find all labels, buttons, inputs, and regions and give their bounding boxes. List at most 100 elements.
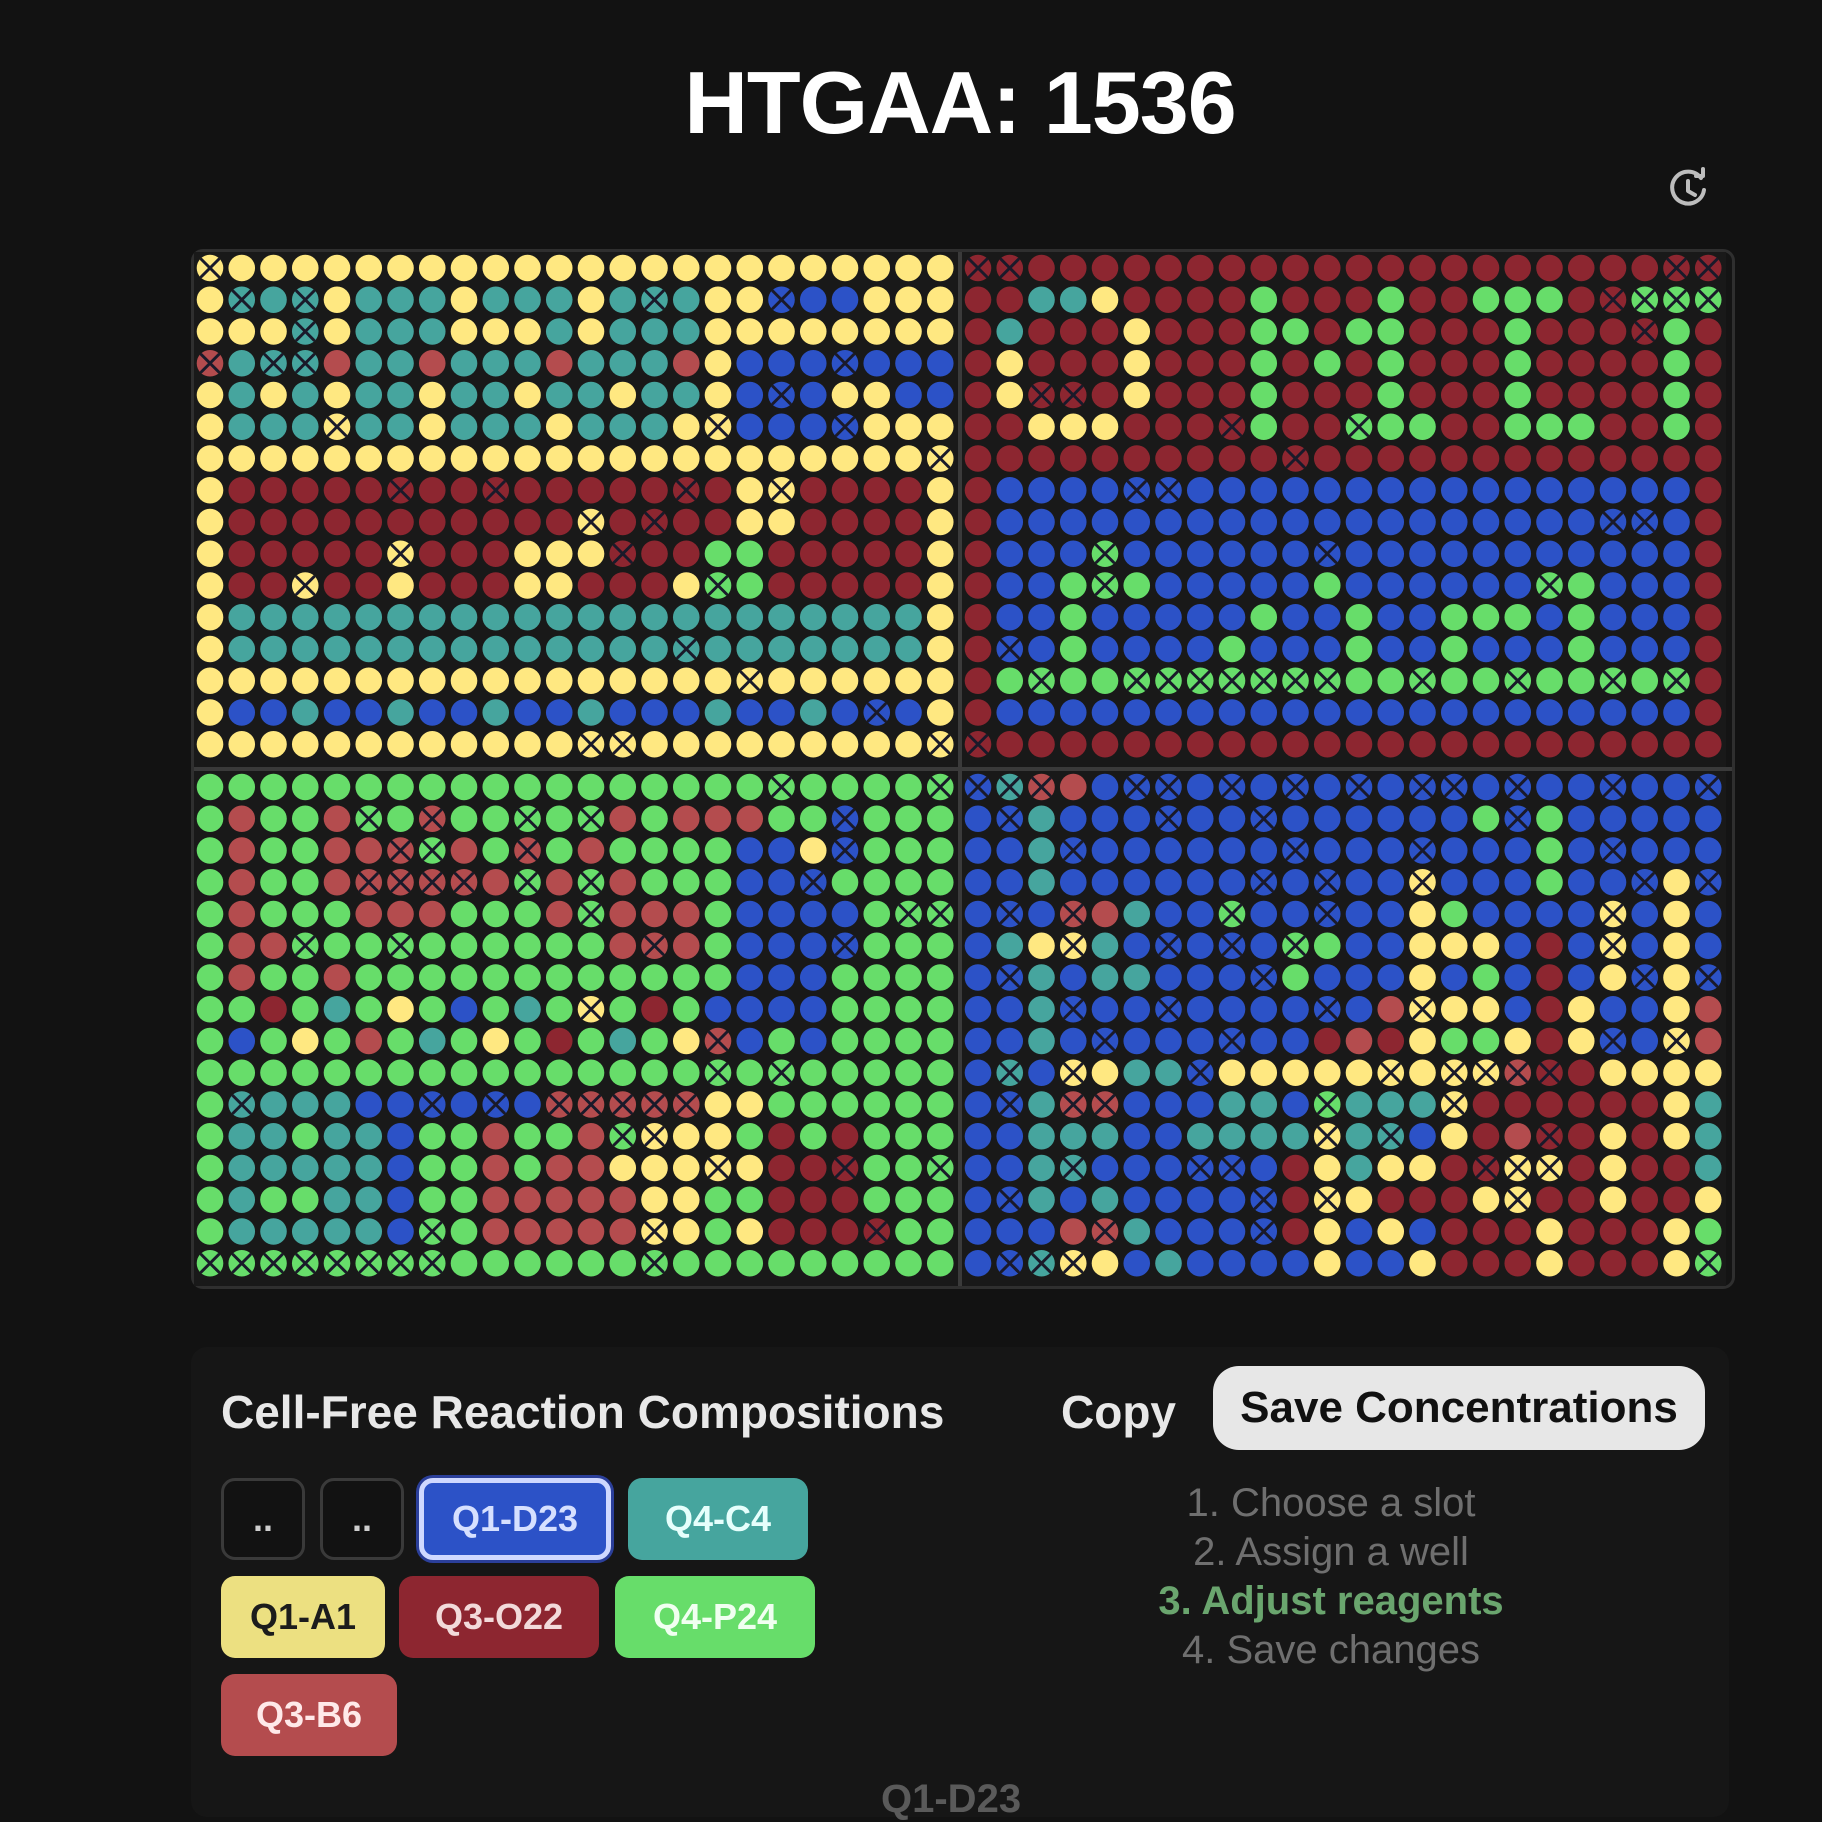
well[interactable] [1504,699,1532,726]
well[interactable] [1250,900,1278,928]
well[interactable] [996,1027,1024,1055]
well[interactable] [1155,773,1182,801]
well[interactable] [1250,1059,1278,1087]
well[interactable] [1123,413,1151,441]
well[interactable] [196,932,224,960]
well[interactable] [863,286,891,314]
well[interactable] [1409,318,1436,345]
well[interactable] [450,837,478,864]
well[interactable] [1123,635,1151,663]
well[interactable] [1345,254,1373,282]
well[interactable] [1440,730,1468,758]
well[interactable] [545,837,573,864]
well[interactable] [1631,995,1659,1023]
well[interactable] [1694,932,1722,960]
well[interactable] [1059,730,1087,758]
well[interactable] [228,413,256,441]
well[interactable] [1567,349,1595,377]
well[interactable] [1663,254,1690,282]
well[interactable] [736,349,764,377]
well[interactable] [1345,964,1373,991]
well[interactable] [1313,254,1341,282]
well[interactable] [1694,1091,1722,1118]
well[interactable] [895,318,922,345]
well[interactable] [799,476,827,504]
well[interactable] [1536,445,1563,472]
well[interactable] [799,603,827,631]
well[interactable] [1663,1027,1690,1055]
well[interactable] [1504,603,1532,631]
well[interactable] [996,805,1024,833]
well[interactable] [1282,603,1309,631]
well[interactable] [1567,805,1595,833]
well[interactable] [1663,964,1690,991]
well[interactable] [704,381,732,409]
well[interactable] [736,773,764,801]
well[interactable] [1567,603,1595,631]
well[interactable] [260,805,287,833]
well[interactable] [1472,476,1500,504]
well[interactable] [387,508,414,536]
well[interactable] [736,381,764,409]
well[interactable] [1313,476,1341,504]
well[interactable] [577,964,605,991]
well[interactable] [323,1091,351,1118]
well[interactable] [1599,805,1627,833]
well[interactable] [1694,381,1722,409]
well[interactable] [704,773,732,801]
well[interactable] [831,900,859,928]
well[interactable] [1186,508,1214,536]
well[interactable] [609,964,637,991]
well[interactable] [736,699,764,726]
well[interactable] [1059,254,1087,282]
composition-chip-q1-a1[interactable]: Q1-A1 [221,1576,385,1658]
well[interactable] [964,932,992,960]
well[interactable] [1663,349,1690,377]
well[interactable] [1567,445,1595,472]
well[interactable] [387,476,414,504]
well[interactable] [1663,413,1690,441]
well[interactable] [418,635,446,663]
well[interactable] [387,730,414,758]
well[interactable] [1440,1186,1468,1214]
well[interactable] [672,730,700,758]
well[interactable] [1218,413,1246,441]
well[interactable] [1091,1154,1119,1182]
well[interactable] [387,286,414,314]
well[interactable] [228,805,256,833]
well[interactable] [450,1059,478,1087]
well[interactable] [228,1091,256,1118]
well[interactable] [514,1091,541,1118]
well[interactable] [196,508,224,536]
well[interactable] [1440,286,1468,314]
well[interactable] [1409,868,1436,896]
well[interactable] [1536,254,1563,282]
well[interactable] [1599,730,1627,758]
well[interactable] [609,1059,637,1087]
well[interactable] [1472,667,1500,695]
well[interactable] [1345,603,1373,631]
well[interactable] [895,1154,922,1182]
well[interactable] [387,635,414,663]
well[interactable] [1631,1027,1659,1055]
well[interactable] [450,1027,478,1055]
well[interactable] [323,572,351,599]
well[interactable] [1091,572,1119,599]
well[interactable] [291,699,319,726]
well[interactable] [641,995,668,1023]
well[interactable] [1631,730,1659,758]
well[interactable] [1377,868,1405,896]
well[interactable] [1377,413,1405,441]
well[interactable] [1059,932,1087,960]
well[interactable] [1377,900,1405,928]
well[interactable] [1440,667,1468,695]
well[interactable] [1091,699,1119,726]
well[interactable] [355,1091,383,1118]
well[interactable] [895,476,922,504]
well[interactable] [641,730,668,758]
well[interactable] [768,476,795,504]
well[interactable] [895,635,922,663]
well[interactable] [926,1122,954,1150]
well[interactable] [418,413,446,441]
well[interactable] [355,1027,383,1055]
